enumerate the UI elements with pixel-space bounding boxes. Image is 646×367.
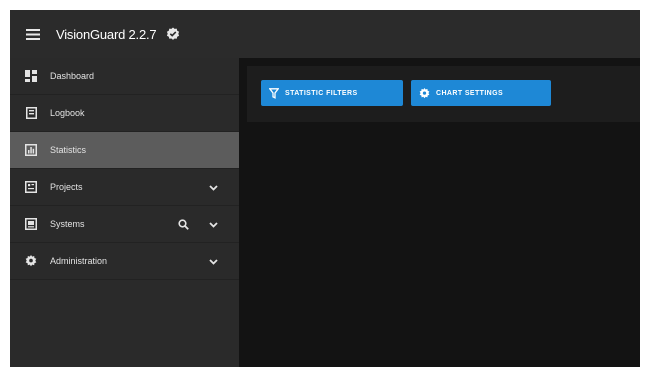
statistic-filters-button[interactable]: STATISTIC FILTERS	[261, 80, 403, 106]
gear-icon	[419, 87, 430, 99]
sidebar-item-label: Logbook	[50, 108, 85, 118]
statistic-filters-label: STATISTIC FILTERS	[285, 89, 358, 97]
app-title: VisionGuard 2.2.7	[56, 26, 157, 42]
hamburger-menu-icon[interactable]	[10, 10, 56, 58]
dashboard-icon	[10, 70, 50, 82]
sidebar-item-dashboard[interactable]: Dashboard	[10, 58, 239, 95]
app-window: VisionGuard 2.2.7 Dashboard Logbook Stat…	[10, 10, 640, 367]
sidebar-item-administration[interactable]: Administration	[10, 243, 239, 280]
chevron-down-icon[interactable]	[209, 206, 218, 243]
sidebar-item-statistics[interactable]: Statistics	[10, 132, 239, 169]
sidebar-item-label: Statistics	[50, 145, 87, 155]
systems-icon	[10, 218, 50, 230]
search-icon[interactable]	[178, 206, 189, 243]
chart-settings-label: CHART SETTINGS	[436, 89, 504, 97]
chevron-down-icon[interactable]	[209, 243, 218, 280]
main-content: STATISTIC FILTERS CHART SETTINGS	[239, 58, 640, 367]
sidebar: Dashboard Logbook Statistics Projects Sy…	[10, 58, 239, 367]
sidebar-item-logbook[interactable]: Logbook	[10, 95, 239, 132]
sidebar-item-systems[interactable]: Systems	[10, 206, 239, 243]
filter-icon	[269, 87, 279, 99]
chart-settings-button[interactable]: CHART SETTINGS	[411, 80, 551, 106]
sidebar-item-label: Dashboard	[50, 71, 95, 81]
logbook-icon	[10, 107, 50, 119]
statistics-toolbar: STATISTIC FILTERS CHART SETTINGS	[247, 66, 640, 122]
projects-icon	[10, 181, 50, 193]
chart-icon	[10, 144, 50, 156]
verified-check-icon	[166, 27, 180, 41]
gear-icon	[10, 255, 50, 267]
sidebar-item-projects[interactable]: Projects	[10, 169, 239, 206]
top-bar: VisionGuard 2.2.7	[10, 10, 640, 58]
chevron-down-icon[interactable]	[209, 169, 218, 206]
